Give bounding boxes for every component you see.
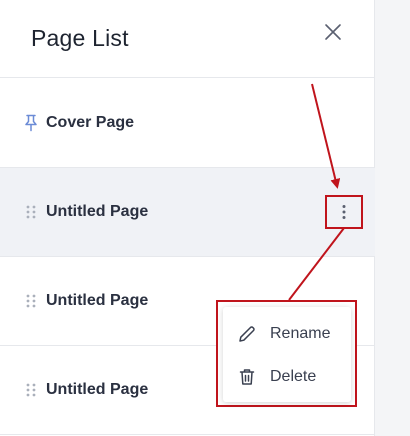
page-row[interactable]: Untitled Page [0, 168, 375, 257]
context-menu: Rename Delete [223, 307, 351, 402]
page-label: Untitled Page [46, 292, 149, 309]
pin-icon [24, 114, 38, 132]
drag-handle-icon[interactable] [24, 292, 38, 310]
menu-item-label: Rename [270, 325, 331, 342]
menu-item-label: Delete [270, 368, 317, 385]
more-options-button[interactable] [325, 195, 363, 229]
drag-handle-icon[interactable] [24, 203, 38, 221]
panel-header: Page List [0, 0, 375, 78]
close-icon [325, 24, 341, 40]
page-label: Cover Page [46, 114, 135, 131]
close-button[interactable] [320, 19, 346, 45]
page-label: Untitled Page [46, 203, 149, 220]
trash-icon [237, 367, 257, 387]
menu-item-rename[interactable]: Rename [223, 314, 351, 354]
page-label: Untitled Page [46, 381, 149, 398]
kebab-icon [342, 205, 346, 219]
menu-item-delete[interactable]: Delete [223, 357, 351, 397]
pencil-icon [237, 324, 257, 344]
panel-title: Page List [31, 25, 129, 51]
drag-handle-icon[interactable] [24, 381, 38, 399]
page-row-cover[interactable]: Cover Page [0, 79, 375, 168]
